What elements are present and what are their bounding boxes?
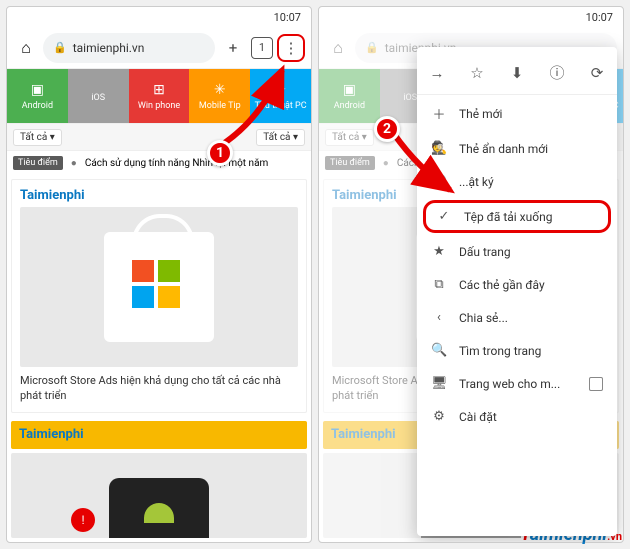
home-icon: ⌂ — [325, 38, 351, 58]
category-android[interactable]: ▣ Android — [319, 69, 380, 123]
menu-item-label: Trang web cho m... — [459, 377, 560, 391]
menu-item-label: Các thẻ gần đây — [459, 278, 545, 292]
new-tab-button[interactable]: + — [219, 34, 247, 62]
news-ticker: Tiêu điểm ● Cách sử dụng tính năng Nhìn … — [7, 151, 311, 175]
category-label: iOS — [91, 93, 105, 103]
clock: 10:07 — [274, 11, 301, 24]
site-brand: Taimienphi — [20, 188, 298, 203]
menu-item-label: Chia sẻ... — [459, 311, 508, 325]
menu-item-label: Thẻ ẩn danh mới — [459, 142, 548, 156]
windows-logo-icon — [132, 260, 180, 308]
banner-brand: Taimienphi — [19, 427, 84, 442]
checkbox-icon[interactable] — [589, 377, 603, 391]
url-text: taimienphi.vn — [73, 41, 145, 55]
home-icon[interactable]: ⌂ — [13, 38, 39, 58]
info-button[interactable]: ⓘ — [542, 58, 572, 88]
browser-toolbar: ⌂ 🔒 taimienphi.vn + 1 ⋮ — [7, 27, 311, 69]
menu-item-label: Tệp đã tải xuống — [464, 210, 552, 224]
category-icon: ▣ — [31, 82, 44, 98]
overflow-menu: → ☆ ⬇ ⓘ ⟳ ＋ Thẻ mới 🕵 Thẻ ẩn danh mới 🕘 ...ật… — [417, 47, 617, 536]
category-ios[interactable]: iOS — [68, 69, 129, 123]
alert-icon: ! — [71, 508, 95, 532]
category-icon: ⊞ — [153, 82, 165, 98]
menu-item-label: ...ật ký — [459, 175, 494, 189]
news-text[interactable]: Cách sử dụng tính năng Nhìn lại một năm — [85, 158, 268, 169]
menu-item-label: Tìm trong trang — [459, 344, 541, 358]
menu-item-3[interactable]: ✓ Tệp đã tải xuống — [423, 200, 611, 233]
forward-button[interactable]: → — [422, 58, 452, 88]
category-mobile-tip[interactable]: ✳ Mobile Tip — [189, 69, 250, 123]
menu-item-icon: ⧉ — [431, 277, 447, 292]
news-bullet: ● — [71, 158, 77, 169]
step-badge-2: 2 — [374, 116, 400, 142]
menu-item-icon: 🕵 — [431, 141, 447, 156]
menu-item-icon: ✓ — [436, 209, 452, 224]
menu-item-5[interactable]: ⧉ Các thẻ gần đây — [417, 268, 617, 301]
tutorial-container: 10:07 ⌂ 🔒 taimienphi.vn + 1 ⋮ ▣ Android iO… — [0, 0, 630, 549]
lock-icon: 🔒 — [53, 41, 67, 54]
category-win-phone[interactable]: ⊞ Win phone — [129, 69, 190, 123]
android-icon — [144, 503, 174, 523]
more-menu-button[interactable]: ⋮ — [277, 34, 305, 62]
yellow-banner: Taimienphi — [11, 421, 307, 449]
menu-item-0[interactable]: ＋ Thẻ mới — [417, 95, 617, 132]
status-bar: 10:07 — [319, 7, 623, 27]
second-article-image: ! — [11, 453, 307, 538]
download-button[interactable]: ⬇ — [502, 58, 532, 88]
category-thủ-thuật-pc[interactable]: ✦ Thủ thuật PC — [250, 69, 311, 123]
step-badge-1: 1 — [207, 140, 233, 166]
category-label: Mobile Tip — [199, 101, 241, 111]
menu-item-label: Dấu trang — [459, 245, 511, 259]
menu-top-row: → ☆ ⬇ ⓘ ⟳ — [417, 51, 617, 95]
category-label: Android — [334, 101, 365, 111]
menu-item-8[interactable]: 🖥 Trang web cho m... — [417, 367, 617, 400]
lock-icon: 🔒 — [365, 41, 379, 54]
category-icon: ✳ — [214, 82, 226, 98]
category-label: iOS — [403, 93, 417, 103]
shopping-bag-icon — [104, 232, 214, 342]
bookmark-star-button[interactable]: ☆ — [462, 58, 492, 88]
menu-item-icon: 🖥 — [431, 376, 447, 391]
menu-item-icon: ★ — [431, 244, 447, 259]
menu-item-6[interactable]: ‹ Chia sẻ... — [417, 301, 617, 334]
news-tag: Tiêu điểm — [13, 156, 63, 170]
menu-item-icon: ‹ — [431, 310, 447, 325]
category-android[interactable]: ▣ Android — [7, 69, 68, 123]
category-icon: ✦ — [275, 82, 287, 98]
reload-button[interactable]: ⟳ — [582, 58, 612, 88]
category-label: Thủ thuật PC — [255, 101, 307, 111]
filter-right[interactable]: Tất cả ▾ — [256, 129, 305, 146]
menu-item-label: Thẻ mới — [459, 107, 502, 121]
phone-left: 10:07 ⌂ 🔒 taimienphi.vn + 1 ⋮ ▣ Android iO… — [6, 6, 312, 543]
filter-left[interactable]: Tất cả ▾ — [13, 129, 62, 146]
article-image — [20, 207, 298, 367]
menu-item-2[interactable]: 🕘 ...ật ký — [417, 165, 617, 198]
menu-item-9[interactable]: ⚙ Cài đặt — [417, 400, 617, 433]
menu-item-7[interactable]: 🔍 Tìm trong trang — [417, 334, 617, 367]
more-vert-icon: ⋮ — [284, 39, 299, 57]
category-icon: ▣ — [343, 82, 356, 98]
menu-item-icon: 🔍 — [431, 343, 447, 358]
url-bar[interactable]: 🔒 taimienphi.vn — [43, 33, 215, 63]
menu-item-4[interactable]: ★ Dấu trang — [417, 235, 617, 268]
filter-bar: Tất cả ▾ Tất cả ▾ — [7, 123, 311, 151]
article-card[interactable]: Taimienphi Microsoft Store Ads hiện khả … — [11, 179, 307, 413]
menu-item-icon: 🕘 — [431, 174, 447, 189]
menu-item-label: Cài đặt — [459, 410, 497, 424]
category-label: Win phone — [138, 101, 180, 111]
tabs-button[interactable]: 1 — [251, 37, 273, 59]
phone-right: 10:07 ⌂ 🔒 taimienphi.vn ▣AndroidiOS⊞Win … — [318, 6, 624, 543]
category-row: ▣ Android iOS ⊞ Win phone ✳ Mobile Tip ✦ Thủ thu… — [7, 69, 311, 123]
article-title: Microsoft Store Ads hiện khả dụng cho tấ… — [20, 373, 298, 404]
clock: 10:07 — [586, 11, 613, 24]
menu-item-1[interactable]: 🕵 Thẻ ẩn danh mới — [417, 132, 617, 165]
menu-list: ＋ Thẻ mới 🕵 Thẻ ẩn danh mới 🕘 ...ật ký ✓ Tệp đã… — [417, 95, 617, 433]
phone-mock-icon — [109, 478, 209, 538]
menu-item-icon: ＋ — [431, 104, 447, 123]
category-label: Android — [22, 101, 53, 111]
menu-item-icon: ⚙ — [431, 409, 447, 424]
status-bar: 10:07 — [7, 7, 311, 27]
